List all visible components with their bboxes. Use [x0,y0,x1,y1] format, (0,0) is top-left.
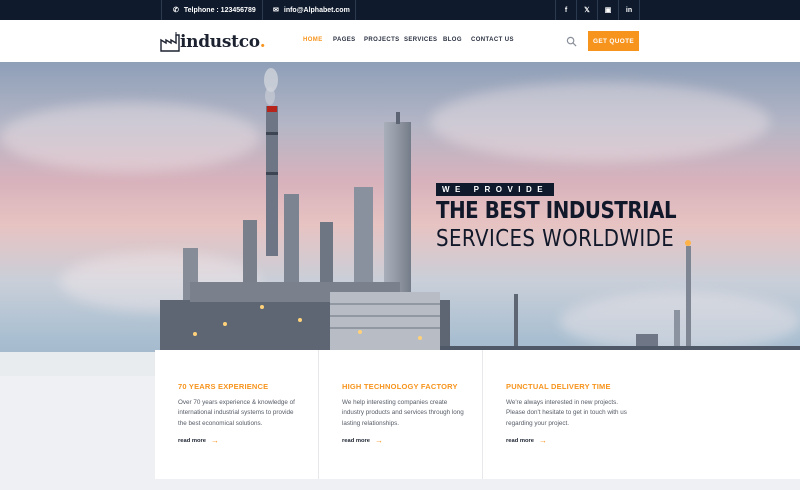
hero-title-line1: THE BEST INDUSTRIAL [436,198,677,224]
feature-text: We help interesting companies create ind… [342,399,464,427]
feature-title: 70 YEARS EXPERIENCE [178,382,269,391]
read-more-link[interactable]: read more → [342,436,383,445]
feature-title: PUNCTUAL DELIVERY TIME [506,382,611,391]
email-label: info@Alphabet.com [283,6,350,14]
logo-text: industco [180,32,260,52]
nav-blog[interactable]: BLOG [443,37,462,43]
search-icon[interactable] [566,36,577,47]
factory-logo-icon [160,32,180,52]
read-more-link[interactable]: read more → [178,436,219,445]
hero-title-line2: SERVICES WORLDWIDE [436,226,675,252]
nav-pages[interactable]: PAGES [333,37,356,43]
divider [161,0,162,20]
facebook-icon[interactable]: f [555,0,576,20]
nav-projects[interactable]: PROJECTS [364,37,400,43]
read-more-link[interactable]: read more → [506,436,547,445]
main-header: industco. HOME PAGES PROJECTS SERVICES B… [0,20,800,62]
linkedin-icon[interactable]: in [618,0,640,20]
logo-dot: . [259,32,266,52]
discord-icon[interactable]: ▣ [597,0,618,20]
email-icon: ✉ [273,7,279,14]
x-icon[interactable]: 𝕏 [576,0,597,20]
feature-card: 70 YEARS EXPERIENCE Over 70 years experi… [155,350,319,479]
refinery-illustration [0,68,800,376]
read-more-label: read more [506,437,535,444]
feature-card: PUNCTUAL DELIVERY TIME We're always inte… [483,350,638,479]
divider [355,0,356,20]
phone-contact[interactable]: ✆ Telphone : 123456789 [173,0,256,20]
logo[interactable]: industco. [160,31,266,53]
read-more-label: read more [178,437,207,444]
feature-text: We're always interested in new projects.… [506,399,627,427]
arrow-right-icon: → [539,436,548,445]
phone-icon: ✆ [173,7,179,14]
phone-label: Telphone : 123456789 [183,6,256,14]
feature-card: HIGH TECHNOLOGY FACTORY We help interest… [319,350,483,479]
top-bar: ✆ Telphone : 123456789 ✉ info@Alphabet.c… [0,0,800,20]
feature-text: Over 70 years experience & knowledge of … [178,399,295,427]
nav-services[interactable]: SERVICES [404,37,437,43]
divider [262,0,263,20]
read-more-label: read more [342,437,371,444]
hero-tagline: WE PROVIDE [436,183,555,196]
nav-home[interactable]: HOME [303,37,323,43]
arrow-right-icon: → [375,436,384,445]
get-quote-button[interactable]: GET QUOTE [588,31,639,51]
feature-title: HIGH TECHNOLOGY FACTORY [342,382,458,391]
arrow-right-icon: → [211,436,220,445]
email-contact[interactable]: ✉ info@Alphabet.com [273,0,350,20]
feature-cards: 70 YEARS EXPERIENCE Over 70 years experi… [155,350,800,479]
hero-banner [0,62,800,376]
nav-contact-us[interactable]: CONTACT US [471,37,514,43]
